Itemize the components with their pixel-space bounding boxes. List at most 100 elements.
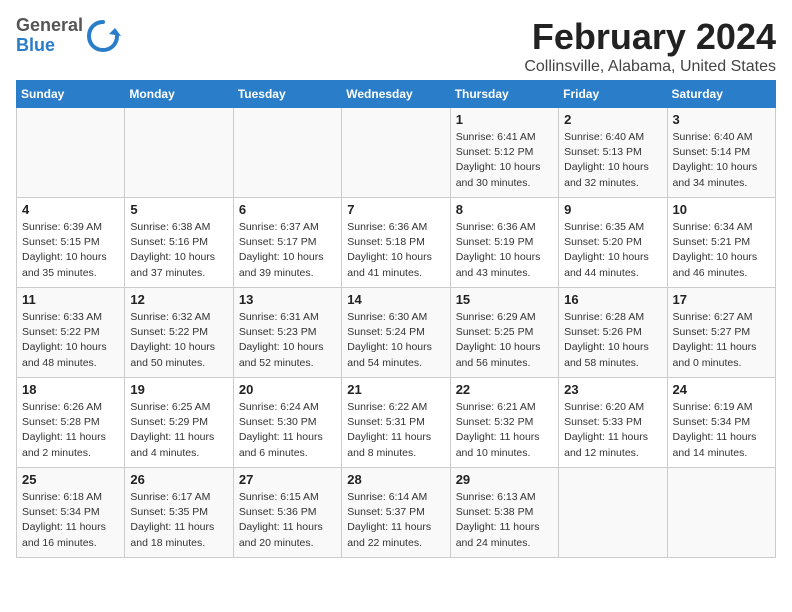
day-info: Sunrise: 6:41 AMSunset: 5:12 PMDaylight:…	[456, 130, 553, 191]
weekday-header-sunday: Sunday	[17, 81, 125, 108]
calendar-header: February 2024 Collinsville, Alabama, Uni…	[16, 16, 776, 76]
day-number: 7	[347, 202, 444, 217]
day-info: Sunrise: 6:26 AMSunset: 5:28 PMDaylight:…	[22, 400, 119, 461]
calendar-cell: 21 Sunrise: 6:22 AMSunset: 5:31 PMDayligh…	[342, 378, 450, 468]
logo: General Blue	[16, 16, 121, 56]
weekday-header-row: SundayMondayTuesdayWednesdayThursdayFrid…	[17, 81, 776, 108]
day-info: Sunrise: 6:17 AMSunset: 5:35 PMDaylight:…	[130, 490, 227, 551]
calendar-cell: 11 Sunrise: 6:33 AMSunset: 5:22 PMDayligh…	[17, 288, 125, 378]
calendar-cell: 6Sunrise: 6:37 AMSunset: 5:17 PMDaylight…	[233, 198, 341, 288]
logo-icon	[85, 18, 121, 54]
day-info: Sunrise: 6:20 AMSunset: 5:33 PMDaylight:…	[564, 400, 661, 461]
calendar-cell: 9 Sunrise: 6:35 AMSunset: 5:20 PMDaylight…	[559, 198, 667, 288]
calendar-cell: 20Sunrise: 6:24 AMSunset: 5:30 PMDayligh…	[233, 378, 341, 468]
day-number: 27	[239, 472, 336, 487]
calendar-cell	[125, 108, 233, 198]
calendar-cell	[342, 108, 450, 198]
weekday-header-tuesday: Tuesday	[233, 81, 341, 108]
calendar-cell	[667, 468, 775, 558]
day-number: 1	[456, 112, 553, 127]
weekday-header-friday: Friday	[559, 81, 667, 108]
day-number: 29	[456, 472, 553, 487]
day-info: Sunrise: 6:35 AMSunset: 5:20 PMDaylight:…	[564, 220, 661, 281]
day-number: 8	[456, 202, 553, 217]
calendar-title: February 2024	[16, 16, 776, 58]
weekday-header-thursday: Thursday	[450, 81, 558, 108]
day-info: Sunrise: 6:29 AMSunset: 5:25 PMDaylight:…	[456, 310, 553, 371]
day-info: Sunrise: 6:38 AMSunset: 5:16 PMDaylight:…	[130, 220, 227, 281]
day-number: 23	[564, 382, 661, 397]
day-info: Sunrise: 6:36 AMSunset: 5:18 PMDaylight:…	[347, 220, 444, 281]
calendar-cell: 2 Sunrise: 6:40 AMSunset: 5:13 PMDaylight…	[559, 108, 667, 198]
day-number: 11	[22, 292, 119, 307]
day-number: 17	[673, 292, 770, 307]
calendar-cell: 3 Sunrise: 6:40 AMSunset: 5:14 PMDaylight…	[667, 108, 775, 198]
day-number: 5	[130, 202, 227, 217]
calendar-cell: 8 Sunrise: 6:36 AMSunset: 5:19 PMDaylight…	[450, 198, 558, 288]
day-info: Sunrise: 6:39 AMSunset: 5:15 PMDaylight:…	[22, 220, 119, 281]
calendar-cell	[559, 468, 667, 558]
calendar-cell: 26 Sunrise: 6:17 AMSunset: 5:35 PMDayligh…	[125, 468, 233, 558]
day-number: 13	[239, 292, 336, 307]
calendar-cell: 15 Sunrise: 6:29 AMSunset: 5:25 PMDayligh…	[450, 288, 558, 378]
calendar-cell: 5 Sunrise: 6:38 AMSunset: 5:16 PMDaylight…	[125, 198, 233, 288]
day-number: 4	[22, 202, 119, 217]
day-info: Sunrise: 6:25 AMSunset: 5:29 PMDaylight:…	[130, 400, 227, 461]
week-row-2: 4 Sunrise: 6:39 AMSunset: 5:15 PMDaylight…	[17, 198, 776, 288]
day-number: 12	[130, 292, 227, 307]
day-number: 9	[564, 202, 661, 217]
calendar-cell: 10 Sunrise: 6:34 AMSunset: 5:21 PMDayligh…	[667, 198, 775, 288]
calendar-cell: 27Sunrise: 6:15 AMSunset: 5:36 PMDayligh…	[233, 468, 341, 558]
week-row-1: 1 Sunrise: 6:41 AMSunset: 5:12 PMDaylight…	[17, 108, 776, 198]
calendar-subtitle: Collinsville, Alabama, United States	[16, 58, 776, 76]
day-info: Sunrise: 6:21 AMSunset: 5:32 PMDaylight:…	[456, 400, 553, 461]
day-info: Sunrise: 6:14 AMSunset: 5:37 PMDaylight:…	[347, 490, 444, 551]
calendar-cell: 1 Sunrise: 6:41 AMSunset: 5:12 PMDaylight…	[450, 108, 558, 198]
calendar-cell	[17, 108, 125, 198]
calendar-cell: 22Sunrise: 6:21 AMSunset: 5:32 PMDayligh…	[450, 378, 558, 468]
calendar-cell: 23 Sunrise: 6:20 AMSunset: 5:33 PMDayligh…	[559, 378, 667, 468]
day-number: 15	[456, 292, 553, 307]
day-number: 10	[673, 202, 770, 217]
day-number: 19	[130, 382, 227, 397]
weekday-header-saturday: Saturday	[667, 81, 775, 108]
week-row-5: 25 Sunrise: 6:18 AMSunset: 5:34 PMDayligh…	[17, 468, 776, 558]
calendar-cell: 7 Sunrise: 6:36 AMSunset: 5:18 PMDaylight…	[342, 198, 450, 288]
day-number: 26	[130, 472, 227, 487]
day-number: 21	[347, 382, 444, 397]
calendar-cell: 16Sunrise: 6:28 AMSunset: 5:26 PMDayligh…	[559, 288, 667, 378]
day-info: Sunrise: 6:22 AMSunset: 5:31 PMDaylight:…	[347, 400, 444, 461]
day-info: Sunrise: 6:33 AMSunset: 5:22 PMDaylight:…	[22, 310, 119, 371]
day-number: 24	[673, 382, 770, 397]
day-info: Sunrise: 6:30 AMSunset: 5:24 PMDaylight:…	[347, 310, 444, 371]
weekday-header-monday: Monday	[125, 81, 233, 108]
day-info: Sunrise: 6:36 AMSunset: 5:19 PMDaylight:…	[456, 220, 553, 281]
day-number: 18	[22, 382, 119, 397]
day-info: Sunrise: 6:34 AMSunset: 5:21 PMDaylight:…	[673, 220, 770, 281]
day-info: Sunrise: 6:40 AMSunset: 5:13 PMDaylight:…	[564, 130, 661, 191]
calendar-cell	[233, 108, 341, 198]
calendar-cell: 4 Sunrise: 6:39 AMSunset: 5:15 PMDaylight…	[17, 198, 125, 288]
day-info: Sunrise: 6:37 AMSunset: 5:17 PMDaylight:…	[239, 220, 336, 281]
day-info: Sunrise: 6:40 AMSunset: 5:14 PMDaylight:…	[673, 130, 770, 191]
day-number: 2	[564, 112, 661, 127]
calendar-cell: 19 Sunrise: 6:25 AMSunset: 5:29 PMDayligh…	[125, 378, 233, 468]
calendar-cell: 14 Sunrise: 6:30 AMSunset: 5:24 PMDayligh…	[342, 288, 450, 378]
day-info: Sunrise: 6:31 AMSunset: 5:23 PMDaylight:…	[239, 310, 336, 371]
day-info: Sunrise: 6:13 AMSunset: 5:38 PMDaylight:…	[456, 490, 553, 551]
day-number: 14	[347, 292, 444, 307]
day-info: Sunrise: 6:19 AMSunset: 5:34 PMDaylight:…	[673, 400, 770, 461]
calendar-cell: 13 Sunrise: 6:31 AMSunset: 5:23 PMDayligh…	[233, 288, 341, 378]
day-number: 25	[22, 472, 119, 487]
calendar-cell: 18 Sunrise: 6:26 AMSunset: 5:28 PMDayligh…	[17, 378, 125, 468]
week-row-4: 18 Sunrise: 6:26 AMSunset: 5:28 PMDayligh…	[17, 378, 776, 468]
day-number: 28	[347, 472, 444, 487]
day-number: 3	[673, 112, 770, 127]
day-info: Sunrise: 6:28 AMSunset: 5:26 PMDaylight:…	[564, 310, 661, 371]
day-info: Sunrise: 6:18 AMSunset: 5:34 PMDaylight:…	[22, 490, 119, 551]
day-info: Sunrise: 6:32 AMSunset: 5:22 PMDaylight:…	[130, 310, 227, 371]
calendar-cell: 25 Sunrise: 6:18 AMSunset: 5:34 PMDayligh…	[17, 468, 125, 558]
calendar-table: SundayMondayTuesdayWednesdayThursdayFrid…	[16, 80, 776, 558]
day-number: 20	[239, 382, 336, 397]
calendar-cell: 29 Sunrise: 6:13 AMSunset: 5:38 PMDayligh…	[450, 468, 558, 558]
